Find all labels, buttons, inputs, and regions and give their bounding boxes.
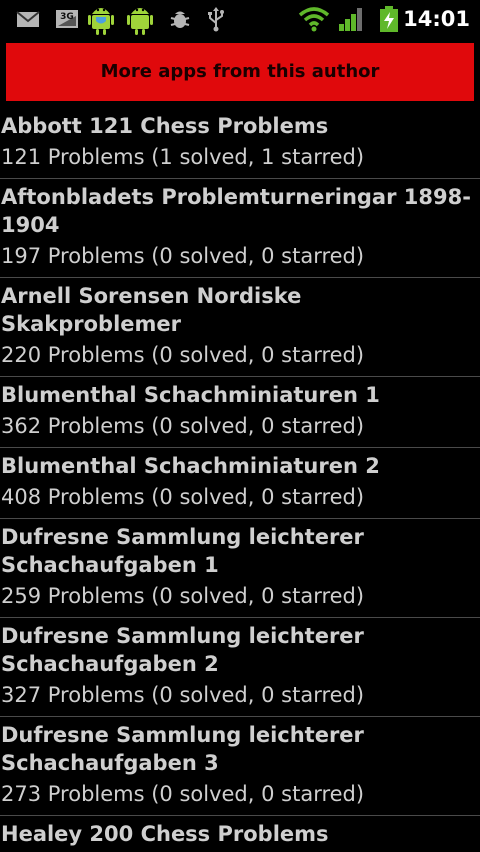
wifi-icon <box>298 7 330 32</box>
list-item[interactable]: Blumenthal Schachminiaturen 2 408 Problem… <box>0 448 480 519</box>
list-item-title: Healey 200 Chess Problems <box>1 822 329 846</box>
list-item-title: Dufresne Sammlung leichterer Schachaufga… <box>1 525 364 577</box>
list-item-title: Blumenthal Schachminiaturen 2 <box>1 454 380 478</box>
list-item-title: Abbott 121 Chess Problems <box>1 114 329 138</box>
gmail-icon <box>16 11 40 27</box>
list-item-subtitle: 259 Problems (0 solved, 0 starred) <box>1 584 365 608</box>
list-item[interactable]: Abbott 121 Chess Problems 121 Problems (1… <box>0 108 480 179</box>
list-item[interactable]: Dufresne Sammlung leichterer Schachaufga… <box>0 717 480 816</box>
usb-icon <box>208 7 224 32</box>
list-item[interactable]: Dufresne Sammlung leichterer Schachaufga… <box>0 519 480 618</box>
battery-charging-icon <box>380 6 398 32</box>
list-item-title: Aftonbladets Problemturneringar 1898-190… <box>1 185 471 237</box>
debug-icon <box>170 11 190 28</box>
problem-set-list: Abbott 121 Chess Problems 121 Problems (1… <box>0 108 480 852</box>
status-time: 14:01 <box>403 7 470 31</box>
list-item-subtitle: 362 Problems (0 solved, 0 starred) <box>1 414 365 438</box>
list-item-title: Arnell Sorensen Nordiske Skakproblemer <box>1 284 302 336</box>
list-item-title: Dufresne Sammlung leichterer Schachaufga… <box>1 723 364 775</box>
list-item[interactable]: Dufresne Sammlung leichterer Schachaufga… <box>0 618 480 717</box>
list-item-subtitle: 327 Problems (0 solved, 0 starred) <box>1 683 365 707</box>
list-item-title: Dufresne Sammlung leichterer Schachaufga… <box>1 624 364 676</box>
list-item-subtitle: 273 Problems (0 solved, 0 starred) <box>1 782 365 806</box>
status-bar: 3G 14:01 <box>0 0 480 38</box>
list-item-subtitle: 220 Problems (0 solved, 0 starred) <box>1 343 365 367</box>
signal-icon <box>339 8 362 31</box>
more-apps-button[interactable]: More apps from this author <box>6 43 474 101</box>
list-item[interactable]: Healey 200 Chess Problems <box>0 816 480 852</box>
list-item-subtitle: 121 Problems (1 solved, 1 starred) <box>1 145 365 169</box>
list-item[interactable]: Arnell Sorensen Nordiske Skakproblemer 22… <box>0 278 480 377</box>
android-trophy-icon <box>88 8 114 35</box>
list-item[interactable]: Aftonbladets Problemturneringar 1898-190… <box>0 179 480 278</box>
3g-data-icon: 3G <box>56 10 78 28</box>
3g-label: 3G <box>60 12 74 22</box>
list-item[interactable]: Blumenthal Schachminiaturen 1 362 Problem… <box>0 377 480 448</box>
list-item-title: Blumenthal Schachminiaturen 1 <box>1 383 380 407</box>
android-icon <box>127 8 153 35</box>
list-item-subtitle: 408 Problems (0 solved, 0 starred) <box>1 485 365 509</box>
list-item-subtitle: 197 Problems (0 solved, 0 starred) <box>1 244 365 268</box>
